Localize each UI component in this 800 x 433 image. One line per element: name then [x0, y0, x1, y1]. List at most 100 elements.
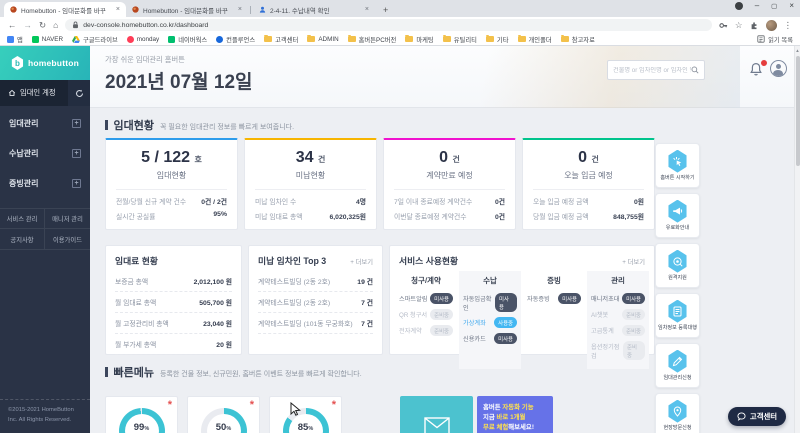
bookmark-star-icon[interactable]: ☆: [735, 20, 743, 31]
account-selector[interactable]: 임대인 계정: [0, 80, 68, 106]
new-tab-button[interactable]: +: [383, 5, 388, 15]
browser-profile-avatar[interactable]: [765, 19, 777, 31]
card-row: 당월 입금 예정 금액 848,755원: [533, 213, 644, 221]
scrollbar-thumb[interactable]: [796, 56, 800, 166]
message-banner[interactable]: [400, 396, 473, 433]
bookmark-folder-personal[interactable]: 개인폴더: [517, 34, 552, 44]
search-icon[interactable]: [691, 66, 699, 74]
service-item[interactable]: QR 청구서 준비중: [399, 309, 453, 320]
key-icon[interactable]: [719, 21, 728, 30]
vacancy-stat-card-1[interactable]: * 99%공실률 통계: [105, 396, 178, 433]
bookmark-naverworks[interactable]: 네이버웍스: [168, 35, 207, 44]
bookmark-folder-marketing[interactable]: 마케팅: [405, 34, 434, 44]
bookmark-drive[interactable]: 구글드라이브: [72, 35, 118, 44]
overdue-row[interactable]: 계약테스트빌딩 (2동 2호) 19 건: [258, 271, 373, 292]
refresh-icon: [75, 89, 83, 97]
expand-plus-icon[interactable]: +: [72, 149, 81, 158]
rail-rental-mgmt-apply[interactable]: 임대관리신청: [655, 343, 700, 388]
customer-support-button[interactable]: 고객센터: [728, 407, 786, 426]
sidebar-item-proof-mgmt[interactable]: 증빙관리 +: [0, 171, 90, 196]
bookmark-folder-ref[interactable]: 참고자료: [560, 34, 595, 44]
tab-close-icon[interactable]: ×: [365, 6, 369, 13]
vacancy-stat-card-2[interactable]: * 50%공실률 통계: [187, 396, 260, 433]
search-box[interactable]: [607, 60, 705, 80]
expand-plus-icon[interactable]: +: [72, 179, 81, 188]
homebutton-logo[interactable]: b homebutton: [0, 46, 90, 80]
sidebar-item-rental-mgmt[interactable]: 임대관리 +: [0, 111, 90, 136]
window-minimize-button[interactable]: –: [755, 1, 759, 10]
card-label: 미납현황: [295, 171, 326, 180]
account-refresh-button[interactable]: [68, 80, 90, 106]
rail-site-visit-apply[interactable]: 현장방문신청: [655, 393, 700, 433]
sidebar-link-manager-mgmt[interactable]: 매니저 관리: [45, 209, 90, 229]
extensions-icon[interactable]: [750, 21, 759, 30]
bookmark-folder-etc[interactable]: 기타: [485, 34, 509, 44]
service-item[interactable]: 신용카드 미사용: [463, 333, 517, 344]
rail-pricing-info[interactable]: 유료화안내: [655, 193, 700, 238]
bookmark-confluence[interactable]: 컨플루언스: [216, 35, 255, 44]
bookmark-naver[interactable]: NAVER: [31, 35, 63, 43]
bookmark-folder-cs[interactable]: 고객센터: [264, 34, 298, 44]
bookmark-monday[interactable]: monday: [126, 35, 159, 43]
bookmark-apps[interactable]: 앱: [7, 35, 23, 44]
forward-icon[interactable]: →: [24, 20, 33, 30]
sidebar-link-service-mgmt[interactable]: 서비스 관리: [0, 209, 45, 229]
rail-tenant-registration[interactable]: 임차정보 등록대행: [655, 293, 700, 338]
card-rental-status[interactable]: 5 / 122 호 임대현황 전월/당월 신규 계약 건수 0건 / 2건 실시간…: [105, 138, 238, 230]
vacancy-stat-card-3[interactable]: * 85%공실률 통계: [269, 396, 342, 433]
sidebar-item-collection-mgmt[interactable]: 수납관리 +: [0, 141, 90, 166]
user-avatar[interactable]: [770, 60, 787, 77]
bookmark-folder-pc[interactable]: 홈버튼PC버전: [347, 34, 396, 44]
search-input[interactable]: [613, 66, 691, 74]
bookmark-folder-util[interactable]: 유틸리티: [442, 34, 477, 44]
overdue-row[interactable]: 계약테스트빌딩 (101동 무궁화호) 7 건: [258, 313, 373, 334]
window-close-button[interactable]: ×: [789, 1, 794, 10]
sidebar-link-guide[interactable]: 이용가이드: [45, 229, 90, 249]
card-contract-expiry[interactable]: 0 건 계약만료 예정 7일 이내 종료예정 계약건수 0건 이번달 종료예정 계…: [383, 138, 516, 230]
notifications-button[interactable]: [749, 59, 768, 78]
service-item[interactable]: 전자계약 준비중: [399, 325, 453, 336]
card-value: 0 건: [578, 149, 599, 166]
card-label: 계약만료 예정: [426, 171, 473, 180]
home-account-icon: [8, 89, 16, 96]
card-overdue-status[interactable]: 34 건 미납현황 미납 임차인 수 4명 미납 임대료 총액 6,020,325원: [244, 138, 377, 230]
confluence-icon: [216, 35, 224, 43]
document-icon: [668, 299, 687, 323]
browser-menu-icon[interactable]: ⋮: [784, 20, 793, 31]
dashboard-header: 가장 쉬운 임대관리 홈버튼 2021년 07월 12일: [90, 46, 800, 108]
reload-icon[interactable]: ↻: [39, 20, 46, 31]
rail-start-homebutton[interactable]: 홈버튼 시작하기: [655, 143, 700, 188]
reading-list-button[interactable]: 읽기 목록: [757, 35, 793, 44]
home-icon[interactable]: ⌂: [53, 20, 58, 30]
card-today-deposit[interactable]: 0 건 오늘 입금 예정 오늘 입금 예정 금액 0원 당월 입금 예정 금액 84…: [522, 138, 655, 230]
scroll-up-icon[interactable]: ▲: [795, 46, 800, 55]
remote-support-icon: [668, 249, 687, 273]
tab-close-icon[interactable]: ×: [116, 6, 120, 13]
more-link[interactable]: + 더보기: [350, 257, 373, 266]
promo-banner[interactable]: 홈버튼 자동화 기능 지금 바로 1개월 무료 체험해보세요!: [477, 396, 553, 433]
service-item[interactable]: 가상계좌 사용중: [463, 317, 517, 328]
browser-tab-1[interactable]: Homebutton - 임대문화를 바꾸 ×: [4, 2, 126, 17]
service-item[interactable]: AI챗봇 준비중: [591, 309, 645, 320]
overdue-row[interactable]: 계약테스트빌딩 (2동 2호) 7 건: [258, 292, 373, 313]
back-icon[interactable]: ←: [8, 20, 17, 30]
folder-icon: [347, 34, 356, 42]
page-scrollbar[interactable]: ▲: [794, 46, 800, 433]
service-item[interactable]: 자동입금확인 미사용: [463, 293, 517, 312]
service-item[interactable]: 스마트알림 미사용: [399, 293, 453, 304]
browser-tab-2[interactable]: Homebutton - 임대문화를 바꾸 ×: [126, 2, 248, 17]
bookmark-folder-admin[interactable]: ADMIN: [307, 34, 339, 43]
rail-remote-support[interactable]: 원격지원: [655, 243, 700, 288]
tab-close-icon[interactable]: ×: [238, 6, 242, 13]
service-item[interactable]: 매니저초대 미사용: [591, 293, 645, 304]
browser-tab-3[interactable]: 2-4-11. 수납내역 확인 ×: [253, 2, 375, 17]
sidebar-link-notice[interactable]: 공지사항: [0, 229, 45, 249]
window-maximize-button[interactable]: ▢: [771, 2, 777, 10]
section-desc: 등록한 건물 정보, 신규민원, 홈버튼 이벤트 정보를 빠르게 확인합니다.: [159, 371, 362, 378]
expand-plus-icon[interactable]: +: [72, 119, 81, 128]
service-item[interactable]: 자동증빙 미사용: [527, 293, 581, 304]
more-link[interactable]: + 더보기: [622, 257, 645, 266]
service-item[interactable]: 옵션정기점검 준비중: [591, 341, 645, 360]
url-bar[interactable]: dev-console.homebutton.co.kr/dashboard: [65, 19, 712, 31]
service-item[interactable]: 고급통계 준비중: [591, 325, 645, 336]
